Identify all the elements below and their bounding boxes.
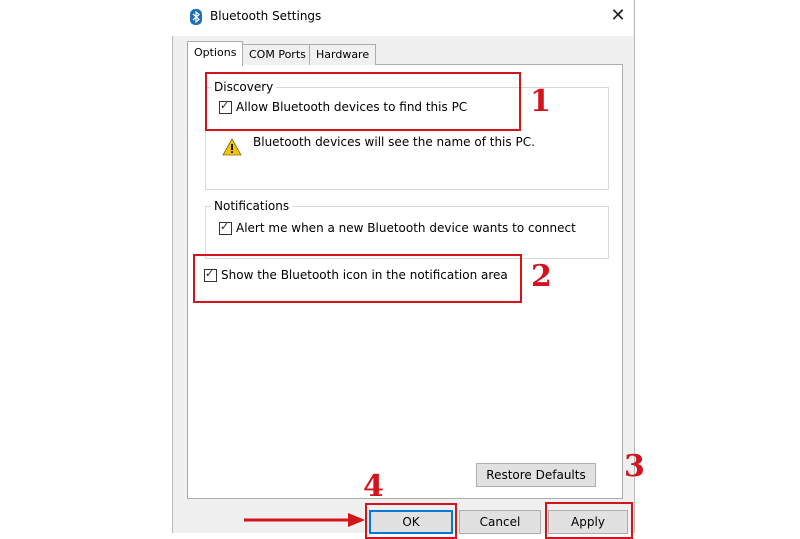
annotation-box-2 — [193, 254, 522, 303]
warning-icon — [222, 138, 242, 156]
annotation-box-4 — [365, 503, 457, 539]
discovery-info-text: Bluetooth devices will see the name of t… — [253, 135, 535, 149]
annotation-number-4: 4 — [363, 469, 384, 504]
tab-com-ports[interactable]: COM Ports — [242, 44, 313, 65]
tab-options[interactable]: Options — [187, 41, 244, 66]
cancel-button[interactable]: Cancel — [459, 510, 541, 534]
annotation-box-1 — [205, 72, 521, 131]
annotation-number-2: 2 — [531, 259, 552, 294]
bluetooth-icon — [190, 9, 202, 25]
tab-hardware[interactable]: Hardware — [309, 44, 377, 65]
notifications-legend: Notifications — [211, 199, 293, 213]
alert-new-device-label[interactable]: Alert me when a new Bluetooth device wan… — [236, 221, 576, 235]
alert-new-device-checkbox[interactable] — [219, 220, 232, 235]
window-title: Bluetooth Settings — [210, 9, 322, 23]
arrow-right-icon — [244, 513, 365, 527]
annotation-number-1: 1 — [530, 84, 551, 119]
restore-defaults-button[interactable]: Restore Defaults — [476, 463, 596, 487]
close-button[interactable]: ✕ — [608, 5, 628, 27]
annotation-box-3 — [545, 502, 633, 539]
annotation-number-3: 3 — [624, 449, 645, 484]
